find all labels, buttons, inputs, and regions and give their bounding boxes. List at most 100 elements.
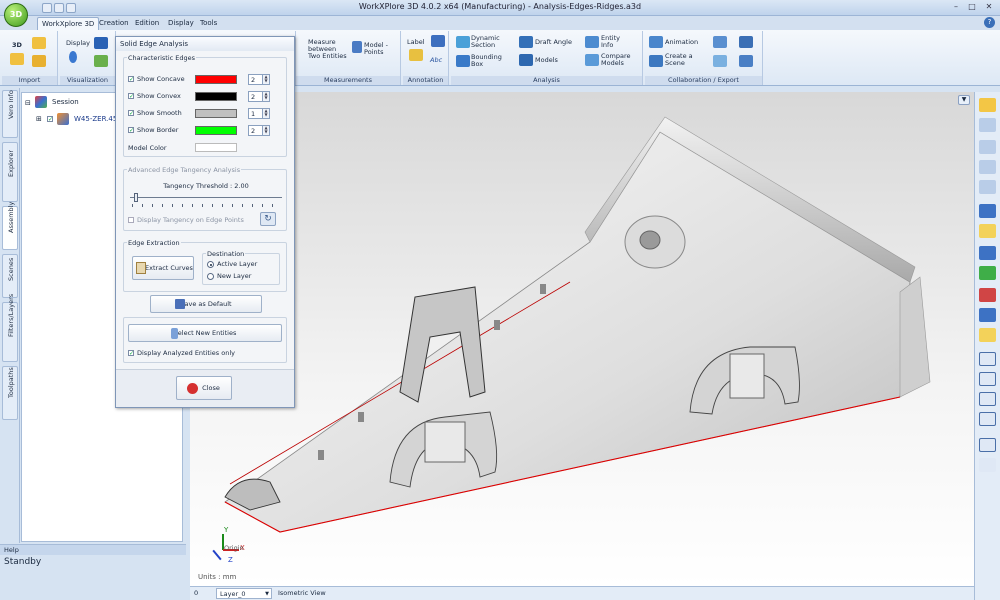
tab-creation[interactable]: Creation <box>95 17 133 30</box>
display-mode-icon[interactable] <box>69 51 77 63</box>
open-icon[interactable] <box>42 3 52 13</box>
session-node[interactable]: Session <box>52 98 79 106</box>
section-view-icon[interactable] <box>979 288 996 302</box>
recent-folder-icon[interactable] <box>32 55 46 67</box>
layer-select[interactable]: Layer_0 ▼ <box>216 588 272 599</box>
border-color-swatch[interactable] <box>195 126 237 135</box>
create-scene-button[interactable]: Create a Scene <box>665 53 695 67</box>
abc-text-button[interactable]: Abc <box>430 57 442 64</box>
zoom-in-icon[interactable] <box>979 160 996 174</box>
concave-width-stepper[interactable]: 2 ▲ ▼ <box>248 74 270 85</box>
extract-curves-button[interactable]: Extract Curves <box>132 256 194 280</box>
zoom-all-icon[interactable] <box>979 118 996 132</box>
tangency-slider[interactable] <box>130 193 282 203</box>
share-icon[interactable] <box>713 55 727 67</box>
viewport-options-icon[interactable]: ▼ <box>958 95 970 105</box>
split-horizontal-icon[interactable] <box>979 392 996 406</box>
draft-angle-icon[interactable] <box>519 36 533 48</box>
tab-workxplore-3d[interactable]: WorkXplore 3D <box>37 17 100 30</box>
dynamic-section-icon[interactable] <box>456 36 470 48</box>
tab-scenes[interactable]: Scenes <box>2 254 18 298</box>
display-button[interactable]: Display <box>66 40 90 47</box>
maximize-button[interactable]: □ <box>966 2 978 13</box>
tab-filters-layers[interactable]: Filters/Layers <box>2 294 18 362</box>
zoom-out-icon[interactable] <box>979 180 996 194</box>
save-icon[interactable] <box>54 3 64 13</box>
app-logo[interactable]: 3D <box>4 3 28 27</box>
convex-color-swatch[interactable] <box>195 92 237 101</box>
concave-color-swatch[interactable] <box>195 75 237 84</box>
animation-button[interactable]: Animation <box>665 39 698 46</box>
close-button[interactable]: Close <box>176 376 232 400</box>
import-folder-icon[interactable] <box>10 53 24 65</box>
publish-icon[interactable] <box>739 55 753 67</box>
show-smooth-checkbox[interactable]: ✓ <box>128 110 134 117</box>
shaded-edges-icon[interactable] <box>979 224 996 238</box>
shaded-view-icon[interactable] <box>979 204 996 218</box>
entity-info-button[interactable]: Entity Info <box>601 35 625 49</box>
single-view-icon[interactable] <box>979 352 996 366</box>
tab-explorer[interactable]: Explorer <box>2 142 18 202</box>
wireframe-icon[interactable] <box>979 246 996 260</box>
transparency-icon[interactable] <box>979 308 996 322</box>
models-button[interactable]: Models <box>535 57 558 64</box>
split-vertical-icon[interactable] <box>979 372 996 386</box>
smooth-color-swatch[interactable] <box>195 109 237 118</box>
show-border-checkbox[interactable]: ✓ <box>128 127 134 134</box>
bounding-box-button[interactable]: Bounding Box <box>471 54 505 68</box>
highlight-icon[interactable] <box>979 328 996 342</box>
reset-icon[interactable]: ↻ <box>260 212 276 226</box>
display-analyzed-checkbox[interactable]: ✓ <box>128 350 134 357</box>
select-new-entities-button[interactable]: Select New Entities <box>128 324 282 342</box>
tab-display[interactable]: Display <box>164 17 198 30</box>
create-scene-icon[interactable] <box>649 55 663 67</box>
tab-toolpaths[interactable]: Toolpaths <box>2 366 18 420</box>
border-width-stepper[interactable]: 2 ▲ ▼ <box>248 125 270 136</box>
bounding-box-icon[interactable] <box>456 55 470 67</box>
save-export-icon[interactable] <box>739 36 753 48</box>
model-points-icon[interactable] <box>352 41 362 53</box>
help-icon[interactable]: ? <box>984 17 995 28</box>
show-concave-checkbox[interactable]: ✓ <box>128 76 134 83</box>
show-convex-checkbox[interactable]: ✓ <box>128 93 134 100</box>
print-icon[interactable] <box>66 3 76 13</box>
tab-tools[interactable]: Tools <box>196 17 221 30</box>
save-as-default-button[interactable]: Save as Default <box>150 295 262 313</box>
compare-models-button[interactable]: Compare Models <box>601 53 635 67</box>
new-layer-radio[interactable] <box>207 273 214 280</box>
hidden-lines-icon[interactable] <box>979 266 996 280</box>
label-button[interactable]: Label <box>407 39 425 46</box>
session-expander[interactable]: ⊟ <box>25 99 31 107</box>
part-visibility-checkbox[interactable]: ✓ <box>47 116 53 123</box>
quad-view-icon[interactable] <box>979 412 996 426</box>
display-tangency-checkbox[interactable] <box>128 217 134 223</box>
view-cube-color-icon[interactable] <box>979 98 996 112</box>
open-folder-icon[interactable] <box>32 37 46 49</box>
model-color-swatch[interactable] <box>195 143 237 152</box>
slider-thumb[interactable] <box>134 193 138 202</box>
convex-width-stepper[interactable]: 2 ▲ ▼ <box>248 91 270 102</box>
note-icon[interactable] <box>431 35 445 47</box>
entity-info-icon[interactable] <box>585 36 599 48</box>
3d-viewport[interactable]: Y X Z Origin Units : mm ▼ <box>190 92 974 586</box>
crosshair-icon[interactable] <box>979 458 996 472</box>
minimize-button[interactable]: – <box>950 2 962 13</box>
zoom-window-icon[interactable] <box>979 140 996 154</box>
tab-edition[interactable]: Edition <box>131 17 163 30</box>
dynamic-section-button[interactable]: Dynamic Section <box>471 35 507 49</box>
draft-angle-button[interactable]: Draft Angle <box>535 39 572 46</box>
grid-icon[interactable] <box>979 438 996 452</box>
label-icon[interactable] <box>409 49 423 61</box>
tab-vero-info[interactable]: Vero Info <box>2 90 18 138</box>
models-icon[interactable] <box>519 54 533 66</box>
part-expander[interactable]: ⊞ <box>36 115 42 123</box>
smooth-width-stepper[interactable]: 1 ▲ ▼ <box>248 108 270 119</box>
render-icon[interactable] <box>94 55 108 67</box>
compare-models-icon[interactable] <box>585 54 599 66</box>
view-cube-icon[interactable] <box>94 37 108 49</box>
animation-icon[interactable] <box>649 36 663 48</box>
import-3d-button[interactable]: 3D <box>12 42 22 49</box>
model-points-button[interactable]: Model - Points <box>364 42 394 56</box>
tab-assembly[interactable]: Assembly <box>2 202 18 250</box>
active-layer-radio[interactable] <box>207 261 214 268</box>
